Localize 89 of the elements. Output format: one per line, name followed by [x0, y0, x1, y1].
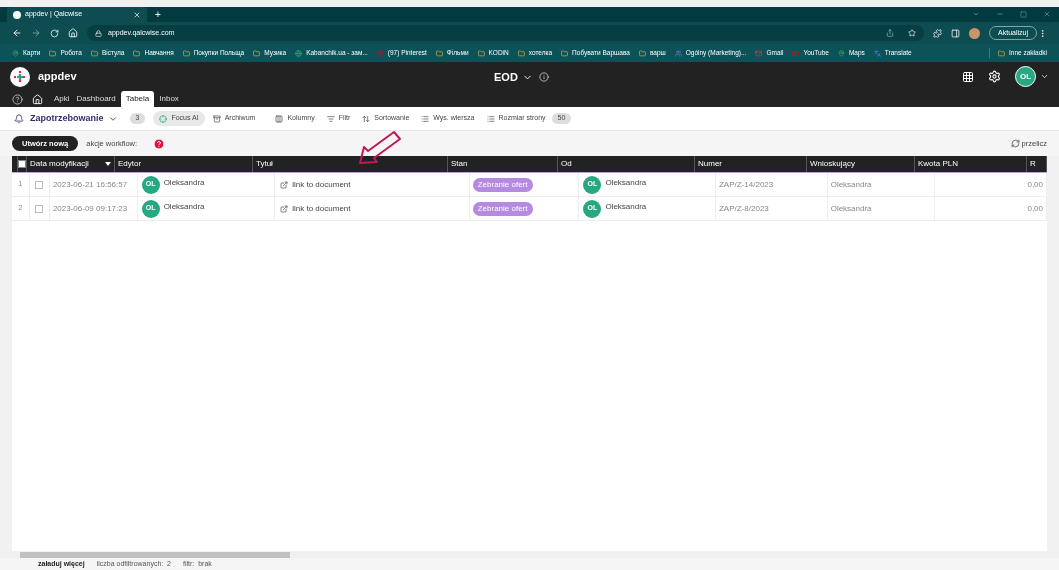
- columns-icon: [275, 114, 284, 123]
- status-tag: Zebranie ofert: [472, 201, 533, 216]
- annotation-arrow: [357, 130, 403, 166]
- row-checkbox[interactable]: [35, 180, 44, 189]
- forward-icon[interactable]: [31, 28, 41, 38]
- info-icon[interactable]: [538, 72, 549, 83]
- app-name: appdev: [38, 69, 77, 85]
- lock-icon: [95, 29, 102, 37]
- module-dropdown[interactable]: EOD: [494, 69, 533, 86]
- star-icon[interactable]: [908, 29, 917, 37]
- column-header[interactable]: Stan: [448, 156, 558, 172]
- table-cell: 2023-06-21 16:56:57: [52, 178, 128, 191]
- share-icon[interactable]: [886, 29, 895, 37]
- status-tag: Zebranie ofert: [472, 177, 533, 192]
- home-icon[interactable]: [32, 94, 43, 105]
- sort-icon: [362, 114, 371, 123]
- column-header[interactable]: Tytuł: [253, 156, 448, 172]
- profile-avatar[interactable]: [969, 27, 981, 39]
- column-header[interactable]: Wnioskujący: [807, 156, 915, 172]
- site-icon: [12, 49, 19, 57]
- table-cell: ZAP/Z-8/2023: [719, 202, 769, 215]
- table-cell: Oleksandra: [163, 176, 205, 189]
- document-link[interactable]: link to document: [292, 178, 351, 191]
- site-icon: [376, 49, 384, 57]
- column-header[interactable]: Od: [558, 156, 695, 172]
- row-checkbox[interactable]: [35, 204, 44, 213]
- document-link[interactable]: link to document: [292, 202, 351, 215]
- folder-icon: [435, 49, 443, 57]
- site-icon: [295, 49, 303, 57]
- settings-icon[interactable]: [988, 70, 1001, 83]
- table-cell: 2023-06-09 09:17:23: [52, 202, 128, 215]
- site-icon: [674, 49, 682, 57]
- folder-icon: [477, 49, 485, 57]
- table-cell: Oleksandra: [605, 200, 647, 213]
- folder-icon: [90, 49, 98, 57]
- apps-grid-icon[interactable]: [962, 70, 974, 83]
- table-cell: 0,00: [1027, 178, 1043, 191]
- bell-icon: [14, 113, 24, 124]
- site-logo-icon: [13, 10, 21, 19]
- column-header[interactable]: Numer: [695, 156, 807, 172]
- column-header[interactable]: Edytor: [115, 156, 253, 172]
- site-icon: [837, 49, 845, 57]
- table-cell: Oleksandra: [830, 202, 872, 215]
- list-icon: [486, 114, 495, 123]
- table-cell: Oleksandra: [605, 176, 647, 189]
- link-icon: [280, 204, 289, 213]
- chevron-icon[interactable]: [1040, 72, 1049, 81]
- nav-tab[interactable]: Tabela: [120, 91, 155, 107]
- folder-icon: [517, 49, 525, 57]
- folder-icon: [561, 49, 569, 57]
- back-icon[interactable]: [12, 28, 22, 38]
- table-cell: 0,00: [1027, 202, 1043, 215]
- close-window-icon[interactable]: [1043, 10, 1051, 18]
- site-icon: [873, 49, 881, 57]
- site-icon: [792, 49, 800, 57]
- target-icon: [159, 114, 168, 123]
- folder-icon: [638, 49, 646, 57]
- close-icon[interactable]: [133, 10, 141, 19]
- filter-icon: [326, 114, 335, 123]
- site-icon: [755, 49, 763, 57]
- table-cell: ZAP/Z-14/2023: [719, 178, 774, 191]
- help-icon[interactable]: [12, 94, 23, 105]
- folder-icon: [253, 49, 261, 57]
- folder-icon: [49, 49, 57, 57]
- table-cell: Oleksandra: [830, 178, 872, 191]
- side-panel-icon[interactable]: [951, 28, 961, 38]
- app-logo-icon: [10, 66, 30, 87]
- home-icon[interactable]: [68, 28, 78, 38]
- refresh-icon: [1010, 139, 1020, 148]
- view-dropdown[interactable]: Zapotrzebowanie: [30, 111, 118, 126]
- nav-tab[interactable]: Inbox: [157, 91, 181, 107]
- folder-icon: [133, 49, 141, 57]
- column-header[interactable]: Data modyfikacji: [27, 156, 115, 172]
- folder-icon: [998, 49, 1006, 57]
- link-icon: [280, 180, 289, 189]
- reload-icon[interactable]: [50, 28, 59, 38]
- select-all-checkbox[interactable]: [18, 160, 26, 168]
- table-cell: Oleksandra: [163, 200, 205, 213]
- extensions-icon[interactable]: [933, 28, 943, 38]
- row-height-icon: [421, 114, 430, 123]
- folder-icon: [182, 49, 190, 57]
- archive-icon: [212, 114, 221, 123]
- menu-icon[interactable]: [1038, 28, 1047, 38]
- nav-tab[interactable]: Dashboard: [74, 91, 118, 107]
- column-header[interactable]: R: [1027, 156, 1047, 172]
- nav-tab[interactable]: Apki: [52, 91, 72, 107]
- sort-descending-icon: [105, 162, 111, 166]
- column-header[interactable]: Kwota PLN: [915, 156, 1027, 172]
- new-tab-button[interactable]: +: [147, 7, 169, 22]
